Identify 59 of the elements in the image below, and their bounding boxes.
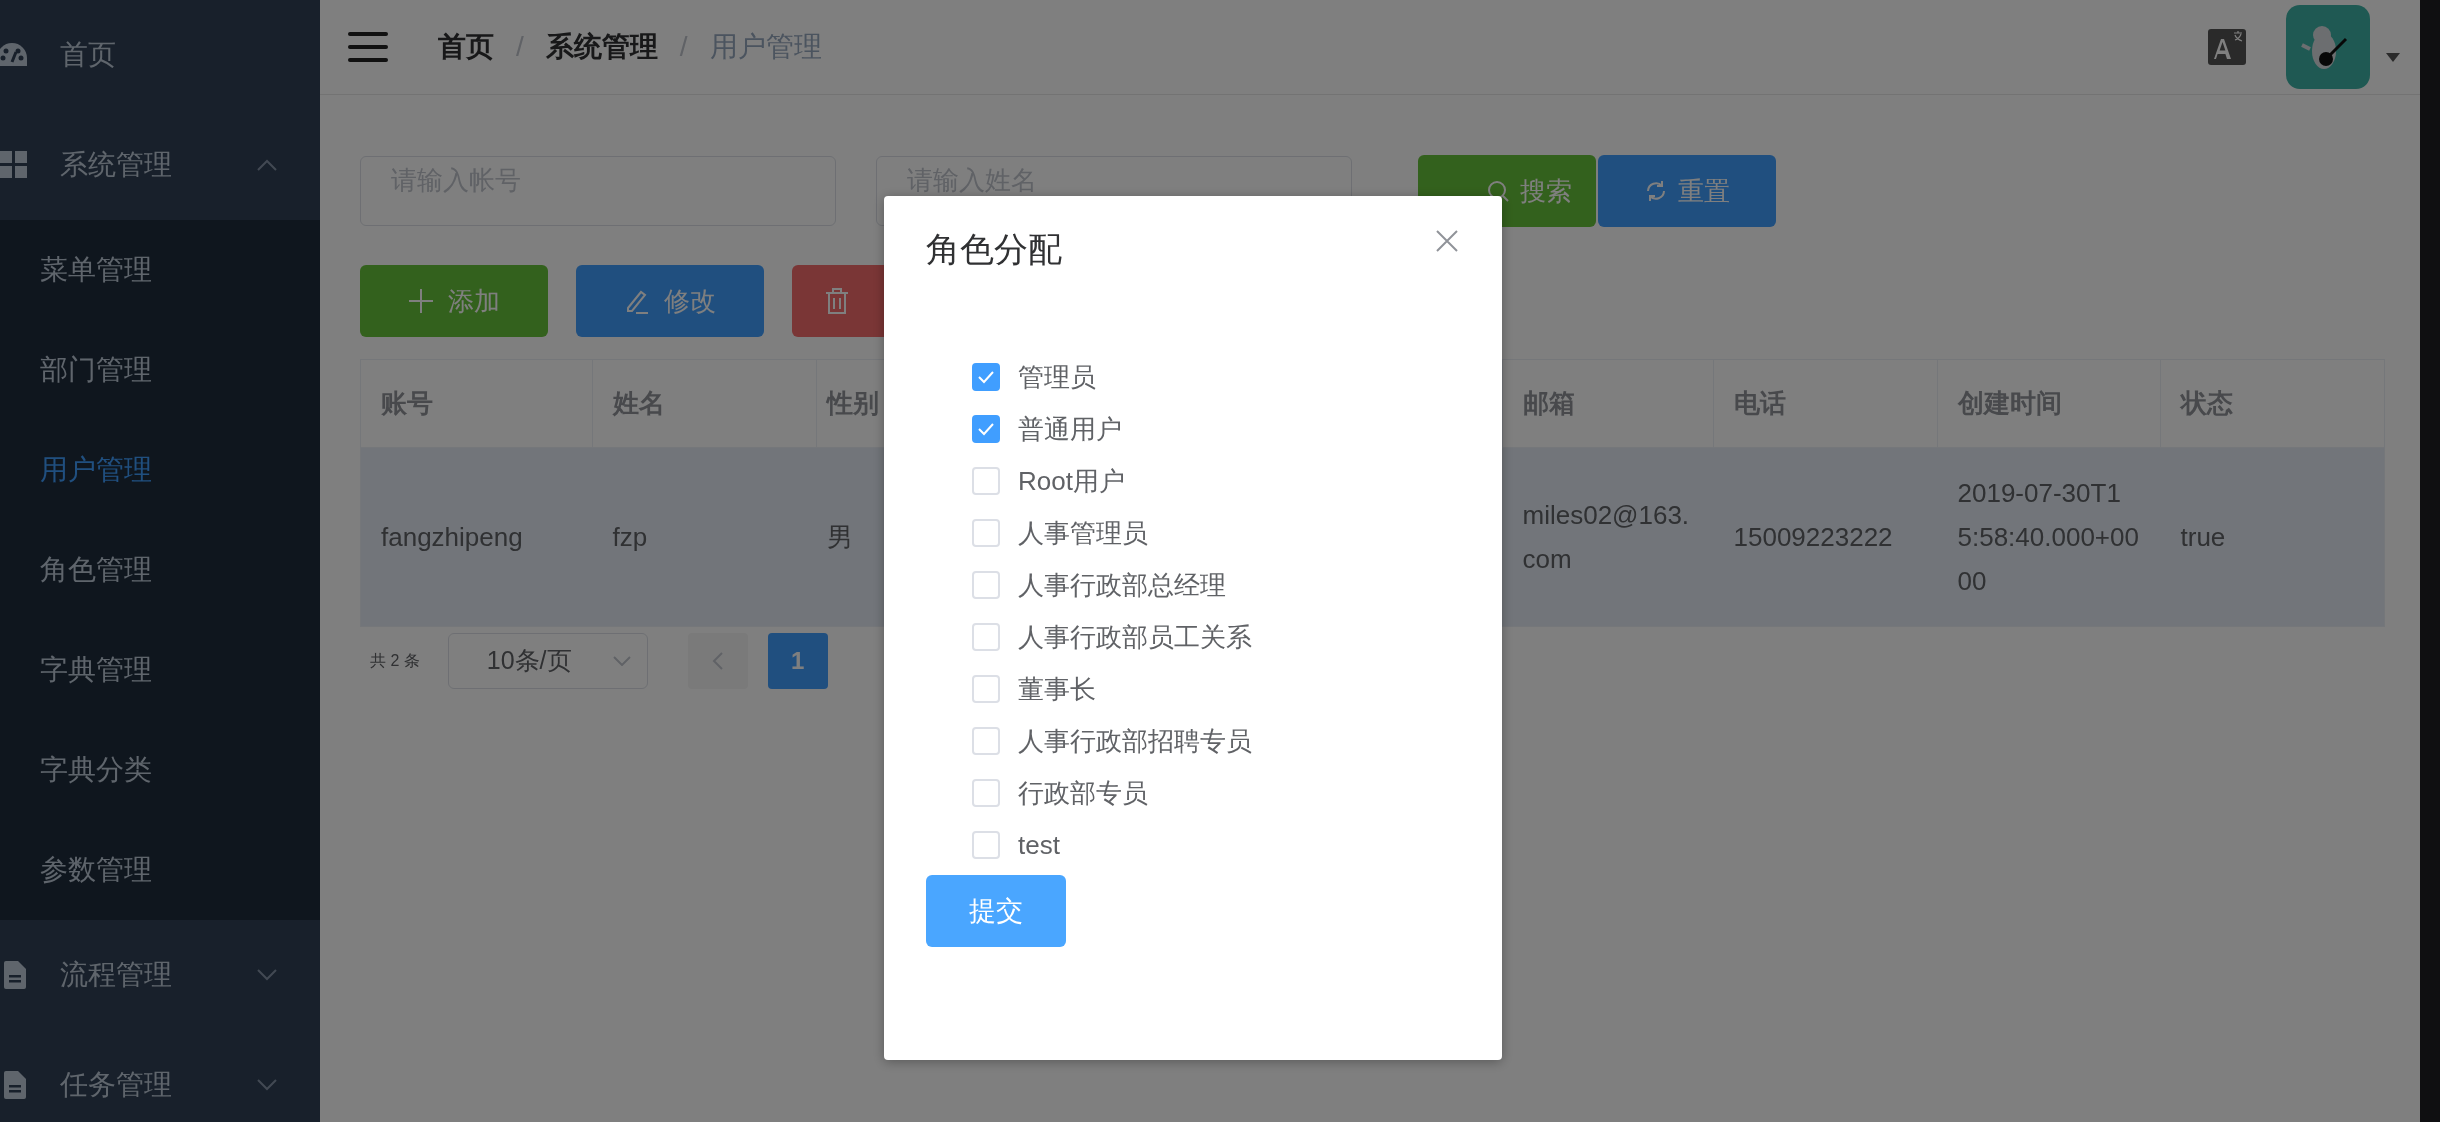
menu-icon	[348, 32, 388, 62]
grid-icon	[0, 151, 28, 179]
pencil-icon	[624, 288, 650, 314]
table-cell-text: fzp	[612, 520, 648, 554]
total-count: 共 2 条	[370, 651, 420, 671]
checkbox-label: 管理员	[1018, 360, 1096, 394]
close-icon[interactable]	[1436, 230, 1458, 252]
checkbox-label: Root用户	[1018, 464, 1125, 498]
checkbox-label: 人事管理员	[1018, 516, 1148, 550]
chevron-down-icon	[612, 656, 631, 666]
reset-button[interactable]: 重置	[1598, 155, 1776, 227]
sidebar-item[interactable]: 系统管理	[60, 144, 172, 186]
table-cell-text: 15009223222	[1733, 520, 1893, 554]
checkbox-label: 人事行政部招聘专员	[1018, 724, 1252, 758]
checkbox-label: 人事行政部员工关系	[1018, 620, 1252, 654]
sidebar-item[interactable]: 用户管理	[0, 420, 320, 520]
check-icon	[977, 370, 995, 384]
breadcrumb-separator: /	[516, 30, 524, 64]
breadcrumb-separator: /	[679, 30, 688, 64]
translate-icon[interactable]	[2208, 29, 2246, 65]
page-size-select[interactable]: 10条/页	[447, 633, 648, 689]
plus-icon	[408, 288, 434, 314]
sidebar-item[interactable]: 任务管理	[60, 1064, 172, 1106]
sidebar-item[interactable]: 首页	[60, 34, 116, 76]
table-cell-text: true	[2180, 520, 2226, 554]
refresh-icon	[1644, 179, 1668, 203]
sidebar-item[interactable]: 字典分类	[0, 720, 320, 820]
sidebar-item[interactable]: 部门管理	[0, 320, 320, 420]
checkbox[interactable]	[972, 415, 1000, 443]
table-cell-text: miles02@163.com	[1522, 498, 1691, 576]
checkbox-label: 人事行政部总经理	[1018, 568, 1226, 602]
breadcrumb-item[interactable]: 首页	[438, 26, 494, 68]
checkbox[interactable]	[972, 363, 1000, 391]
breadcrumb-item[interactable]: 系统管理	[545, 26, 658, 68]
checkbox-label: 行政部专员	[1018, 776, 1148, 810]
table-cell-text: fangzhipeng	[381, 520, 523, 554]
checkbox-label: 董事长	[1018, 672, 1096, 706]
sidebar-item[interactable]: 字典管理	[0, 620, 320, 720]
sidebar-item[interactable]: 菜单管理	[0, 220, 320, 320]
table-cell-text: 男	[826, 520, 853, 554]
checkbox-label: test	[1018, 828, 1060, 862]
document-icon	[4, 1071, 26, 1099]
checkbox-label: 普通用户	[1018, 412, 1122, 446]
previous-page-button[interactable]	[687, 633, 748, 689]
sidebar-item[interactable]: 参数管理	[0, 820, 320, 920]
add-button[interactable]: 添加	[360, 265, 548, 337]
chevron-left-icon	[711, 651, 724, 671]
check-icon	[977, 422, 995, 436]
caret-icon	[2386, 52, 2400, 62]
dialog-title: 角色分配	[926, 229, 1062, 270]
sidebar-item[interactable]: 角色管理	[0, 520, 320, 620]
edit-button[interactable]: 修改	[576, 265, 764, 337]
document-icon	[4, 961, 26, 989]
sidebar-item[interactable]: 流程管理	[60, 954, 172, 996]
trash-icon	[824, 287, 850, 315]
page-button[interactable]: 1	[767, 633, 828, 689]
submit-button[interactable]: 提交	[926, 875, 1066, 947]
table-cell-text: 2019-07-30T15:58:40.000+0000	[1957, 476, 2140, 599]
avatar-icon[interactable]	[2286, 5, 2370, 89]
